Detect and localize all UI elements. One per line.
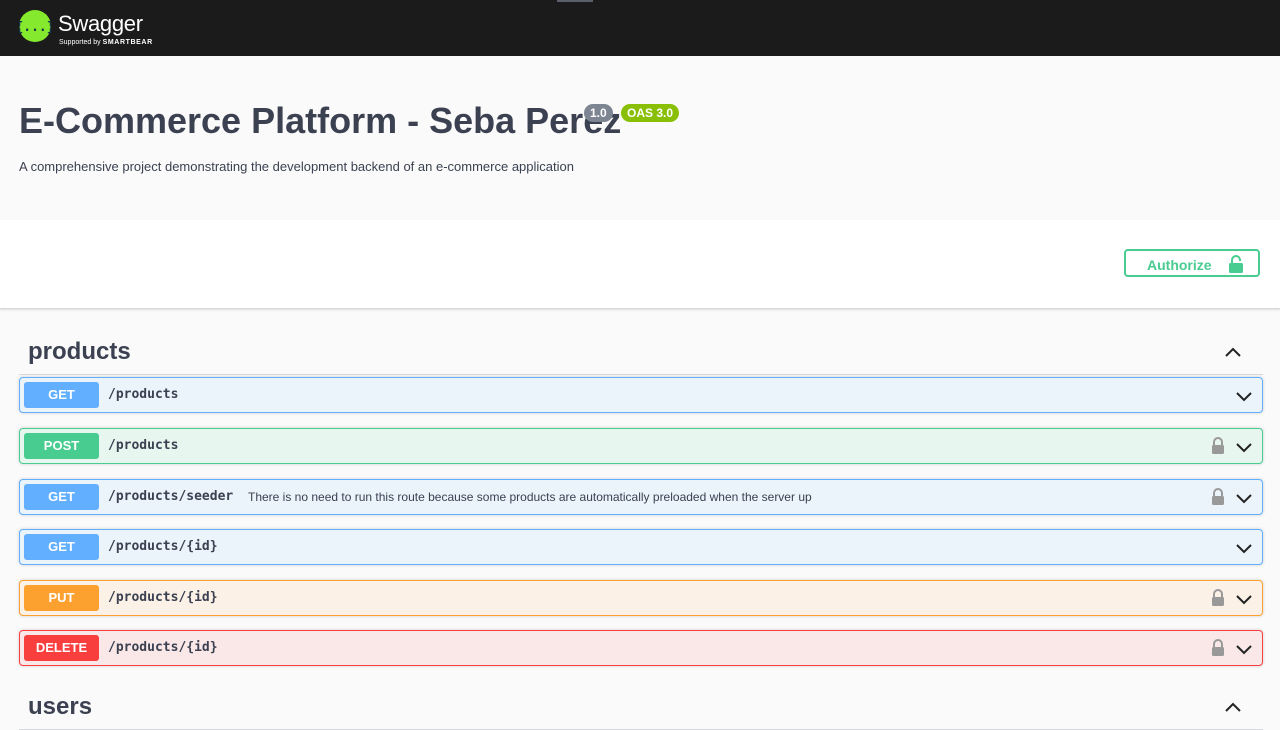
operation-path: /products/{id} [108,640,218,655]
operation-path: /products/{id} [108,539,218,554]
oas-badge: OAS 3.0 [621,104,680,122]
chevron-up-icon[interactable] [1225,344,1241,362]
tag-header-users[interactable]: users [19,685,1263,730]
chevron-down-icon[interactable] [1236,541,1252,559]
method-badge: PUT [24,585,99,611]
chevron-up-icon[interactable] [1225,699,1241,717]
api-description: A comprehensive project demonstrating th… [19,159,574,174]
logo-wordmark[interactable]: Swagger [58,12,143,36]
method-badge: GET [24,534,99,560]
operation-get-product-by-id[interactable]: GET /products/{id} [19,529,1263,565]
api-title: E-Commerce Platform - Seba Perez [19,100,622,141]
operation-summary: There is no need to run this route becau… [248,490,812,504]
method-badge: DELETE [24,635,99,661]
operation-get-products[interactable]: GET /products [19,377,1263,413]
lock-icon[interactable] [1211,488,1225,511]
lock-icon[interactable] [1211,437,1225,460]
logo-tagline: Supported by SMARTBEAR [59,39,153,47]
scheme-container [0,220,1280,309]
operation-delete-product-by-id[interactable]: DELETE /products/{id} [19,630,1263,666]
operation-post-products[interactable]: POST /products [19,428,1263,464]
chevron-down-icon[interactable] [1236,592,1252,610]
operation-path: /products/{id} [108,590,218,605]
method-badge: POST [24,433,99,459]
tag-name: users [28,693,93,720]
chevron-down-icon[interactable] [1236,440,1252,458]
svg-text:{...}: {...} [19,20,51,35]
lock-icon[interactable] [1211,639,1225,662]
chevron-down-icon[interactable] [1236,491,1252,509]
chevron-down-icon[interactable] [1236,389,1252,407]
method-badge: GET [24,382,99,408]
operation-path: /products [108,438,179,453]
lock-icon[interactable] [1211,589,1225,612]
topbar: {...} Swagger Supported by SMARTBEAR [0,0,1280,56]
logo-company: SMARTBEAR [102,39,153,46]
tag-header-products[interactable]: products [19,330,1263,375]
version-badge: 1.0 [584,104,613,122]
tag-name: products [28,338,131,365]
operation-put-product-by-id[interactable]: PUT /products/{id} [19,580,1263,616]
operation-path: /products [108,387,179,402]
chevron-down-icon[interactable] [1236,642,1252,660]
lock-open-icon [1228,255,1244,276]
swagger-logo-icon[interactable]: {...} [19,10,51,42]
authorize-label: Authorize [1147,257,1212,273]
method-badge: GET [24,484,99,510]
topbar-indicator [557,0,593,2]
operation-path: /products/seeder [108,489,234,504]
logo-supported-by: Supported by [59,39,101,46]
authorize-button[interactable]: Authorize [1124,249,1260,277]
operation-get-products-seeder[interactable]: GET /products/seeder There is no need to… [19,479,1263,515]
